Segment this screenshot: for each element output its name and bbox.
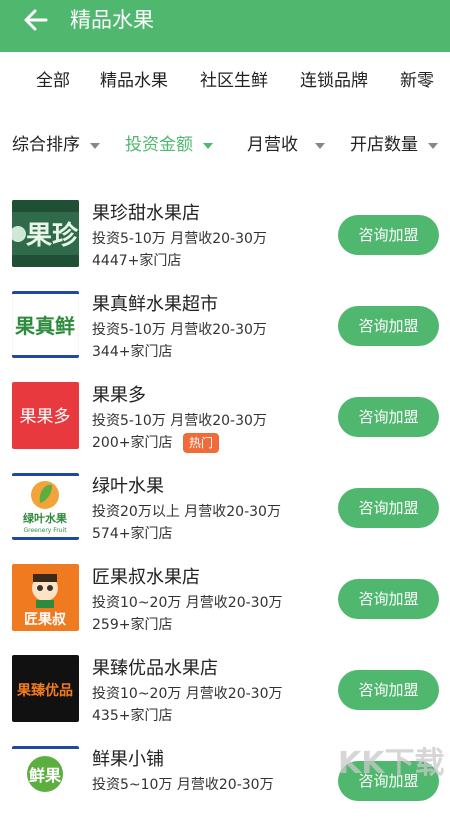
filter-sort[interactable]: 综合排序 bbox=[12, 134, 80, 156]
brand-name: 匠果叔水果店 bbox=[92, 567, 200, 588]
investment-info: 投资10~20万 月营收20-30万 bbox=[92, 686, 283, 702]
logo-text: 绿叶水果 bbox=[23, 511, 67, 525]
store-count: 4447+家门店 bbox=[92, 253, 182, 269]
brand-logo: 果果多 bbox=[12, 382, 79, 449]
investment-info: 投资5~10万 月营收20-30万 bbox=[92, 777, 274, 793]
store-count: 574+家门店 bbox=[92, 526, 173, 542]
inquire-button[interactable]: 咨询加盟 bbox=[338, 215, 439, 255]
brand-logo: 绿叶水果 Greenery Fruit bbox=[12, 473, 79, 540]
logo-text: 果果多 bbox=[20, 407, 71, 427]
inquire-button[interactable]: 咨询加盟 bbox=[338, 488, 439, 528]
back-arrow-icon[interactable] bbox=[22, 6, 50, 34]
logo-text: 匠果叔 bbox=[24, 611, 67, 628]
watermark: KK下载 bbox=[338, 746, 445, 781]
brand-logo: 果真鲜 bbox=[12, 291, 79, 358]
sort-dropdown-icon bbox=[90, 143, 100, 149]
brand-name: 果臻优品水果店 bbox=[92, 658, 218, 679]
tab-chain-brand[interactable]: 连锁品牌 bbox=[300, 70, 368, 92]
hot-badge: 热门 bbox=[183, 433, 220, 453]
brand-logo: 果珍 bbox=[12, 200, 79, 267]
store-count: 259+家门店 bbox=[92, 617, 173, 633]
logo-text: 鲜果 bbox=[29, 766, 61, 785]
list-item[interactable]: 匠果叔 匠果叔水果店 投资10~20万 月营收20-30万 259+家门店 咨询… bbox=[0, 546, 450, 637]
logo-text: 果臻优品 bbox=[16, 682, 73, 699]
brand-logo: 果臻优品 bbox=[12, 655, 79, 722]
inquire-button[interactable]: 咨询加盟 bbox=[338, 579, 439, 619]
category-tabs: 全部 精品水果 社区生鲜 连锁品牌 新零 bbox=[0, 52, 450, 108]
list-item[interactable]: 果果多 果果多 投资5-10万 月营收20-30万 200+家门店 热门 咨询加… bbox=[0, 364, 450, 455]
tab-new-retail[interactable]: 新零 bbox=[400, 70, 434, 92]
investment-dropdown-icon bbox=[203, 143, 213, 149]
logo-text: 果真鲜 bbox=[15, 314, 75, 338]
inquire-button[interactable]: 咨询加盟 bbox=[338, 306, 439, 346]
filter-store-count[interactable]: 开店数量 bbox=[350, 134, 418, 156]
list-item[interactable]: 果臻优品 果臻优品水果店 投资10~20万 月营收20-30万 435+家门店 … bbox=[0, 637, 450, 728]
investment-info: 投资10~20万 月营收20-30万 bbox=[92, 595, 283, 611]
inquire-button[interactable]: 咨询加盟 bbox=[338, 670, 439, 710]
brand-name: 果珍甜水果店 bbox=[92, 203, 200, 224]
top-app-bar: 精品水果 bbox=[0, 0, 450, 52]
store-count-dropdown-icon bbox=[428, 143, 438, 149]
brand-name: 果真鲜水果超市 bbox=[92, 294, 218, 315]
brand-logo: 匠果叔 bbox=[12, 564, 79, 631]
brand-logo: 鲜果 bbox=[12, 746, 79, 813]
list-item[interactable]: 果真鲜 果真鲜水果超市 投资5-10万 月营收20-30万 344+家门店 咨询… bbox=[0, 273, 450, 364]
investment-info: 投资5-10万 月营收20-30万 bbox=[92, 413, 267, 429]
list-item[interactable]: 绿叶水果 Greenery Fruit 绿叶水果 投资20万以上 月营收20-3… bbox=[0, 455, 450, 546]
filter-bar: 综合排序 投资金额 月营收 开店数量 bbox=[0, 108, 450, 170]
brand-name: 果果多 bbox=[92, 385, 146, 406]
brand-name: 绿叶水果 bbox=[92, 476, 164, 497]
investment-info: 投资5-10万 月营收20-30万 bbox=[92, 231, 267, 247]
list-item[interactable]: 果珍 果珍甜水果店 投资5-10万 月营收20-30万 4447+家门店 咨询加… bbox=[0, 182, 450, 273]
tab-all[interactable]: 全部 bbox=[36, 70, 70, 92]
filter-investment[interactable]: 投资金额 bbox=[125, 134, 193, 156]
tab-community-fresh[interactable]: 社区生鲜 bbox=[200, 70, 268, 92]
page-title: 精品水果 bbox=[70, 8, 154, 32]
investment-info: 投资5-10万 月营收20-30万 bbox=[92, 322, 267, 338]
tab-premium-fruit[interactable]: 精品水果 bbox=[100, 70, 168, 92]
investment-info: 投资20万以上 月营收20-30万 bbox=[92, 504, 281, 520]
logo-subtext: Greenery Fruit bbox=[23, 527, 67, 534]
store-count: 344+家门店 bbox=[92, 344, 173, 360]
inquire-button[interactable]: 咨询加盟 bbox=[338, 397, 439, 437]
logo-text: 果珍 bbox=[26, 220, 79, 251]
revenue-dropdown-icon bbox=[315, 143, 325, 149]
filter-revenue[interactable]: 月营收 bbox=[247, 134, 298, 156]
brand-name: 鲜果小铺 bbox=[92, 749, 164, 770]
store-count: 200+家门店 bbox=[92, 435, 173, 451]
store-count: 435+家门店 bbox=[92, 708, 173, 724]
